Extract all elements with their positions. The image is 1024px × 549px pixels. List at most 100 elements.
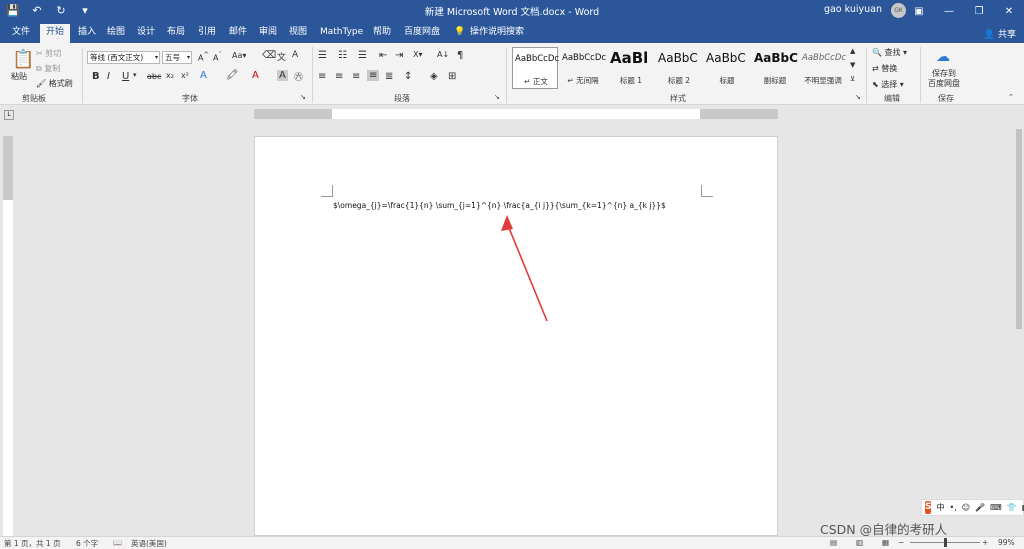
replace-button[interactable]: ⇄ 替换 [872, 63, 897, 74]
save-to-baidu-button[interactable]: 保存到 百度网盘 [928, 69, 960, 89]
style-heading1[interactable]: AaBl 标题 1 [608, 47, 654, 89]
style-normal[interactable]: AaBbCcDc ↵ 正文 [512, 47, 559, 89]
line-spacing-icon[interactable]: ↕ [404, 71, 412, 82]
zoom-in-icon[interactable]: + [982, 538, 988, 547]
paste-icon[interactable]: 📋 [12, 49, 34, 70]
tab-file[interactable]: 文件 [12, 25, 30, 43]
increase-indent-icon[interactable]: ⇥ [395, 50, 403, 61]
zoom-level[interactable]: 99% [998, 538, 1015, 547]
document-page[interactable]: $\omega_{j}=\frac{1}{n} \sum_{j=1}^{n} \… [254, 136, 778, 536]
scrollbar-thumb[interactable] [1016, 129, 1022, 329]
style-title[interactable]: AaBbC 标题 [704, 47, 750, 89]
skin-icon[interactable]: 👕 [1007, 503, 1017, 512]
tab-draw[interactable]: 绘图 [107, 25, 125, 43]
ime-toolbar[interactable]: S 中 •, ☺ 🎤 ⌨ 👕 ▦ [921, 499, 1024, 516]
show-marks-icon[interactable]: ¶ [457, 50, 463, 61]
zoom-slider-thumb[interactable] [944, 538, 947, 547]
bullets-icon[interactable]: ☰ [318, 50, 327, 61]
sort-icon[interactable]: A↓ [437, 50, 449, 59]
cut-button[interactable]: ✂ 剪切 [36, 48, 61, 59]
scroll-down-icon[interactable]: ▼ [850, 61, 855, 69]
align-left-icon[interactable]: ≡ [318, 71, 326, 82]
font-color-icon[interactable]: A [252, 70, 259, 81]
horizontal-ruler[interactable] [254, 109, 778, 119]
select-button[interactable]: ⬉ 选择 ▾ [872, 79, 904, 90]
ime-lang[interactable]: 中 [936, 502, 944, 513]
char-border-icon[interactable]: A [292, 50, 298, 60]
text-effects-icon[interactable]: A [200, 70, 207, 81]
more-styles-icon[interactable]: ⊻ [850, 75, 855, 83]
chinese-layout-icon[interactable]: X▾ [413, 50, 423, 59]
style-subtitle[interactable]: AaBbC 副标题 [752, 47, 798, 89]
proofing-icon[interactable]: 📖 [113, 538, 122, 547]
ribbon-display-icon[interactable]: ▣ [904, 0, 934, 22]
paste-button[interactable]: 粘贴 [11, 71, 27, 82]
justify-icon[interactable]: ≡ [367, 70, 380, 81]
read-mode-icon[interactable]: ▤ [830, 538, 837, 547]
numbering-icon[interactable]: ☷ [338, 50, 347, 61]
borders-icon[interactable]: ⊞ [448, 71, 456, 82]
tab-layout[interactable]: 布局 [167, 25, 185, 43]
close-icon[interactable]: ✕ [994, 0, 1024, 22]
distributed-icon[interactable]: ≣ [385, 71, 393, 82]
dialog-launcher-icon[interactable]: ↘ [494, 93, 500, 101]
find-button[interactable]: 🔍 查找 ▾ [872, 47, 907, 58]
change-case-icon[interactable]: Aa▾ [232, 51, 246, 60]
minimize-icon[interactable]: — [934, 0, 964, 22]
scroll-up-icon[interactable]: ▲ [850, 47, 855, 55]
format-painter-button[interactable]: 🖌 格式刷 [36, 78, 73, 89]
enclose-char-icon[interactable]: ㊅ [294, 70, 303, 83]
word-count[interactable]: 6 个字 [76, 538, 98, 549]
microphone-icon[interactable]: 🎤 [975, 503, 985, 512]
copy-button[interactable]: ⧉ 复制 [36, 63, 60, 74]
superscript-icon[interactable]: x² [181, 71, 189, 80]
tell-me-search[interactable]: 操作说明搜索 [470, 25, 524, 43]
style-no-spacing[interactable]: AaBbCcDc ↵ 无间隔 [560, 47, 606, 89]
underline-icon[interactable]: U [122, 71, 129, 82]
phonetic-guide-icon[interactable]: 文 [277, 50, 286, 63]
punctuation-icon[interactable]: •, [949, 503, 956, 512]
multilevel-list-icon[interactable]: ☰ [358, 50, 367, 61]
tab-insert[interactable]: 插入 [78, 25, 96, 43]
shading-icon[interactable]: ◈ [430, 71, 438, 82]
print-layout-icon[interactable]: ▥ [856, 538, 863, 547]
sogou-logo-icon[interactable]: S [925, 501, 932, 514]
tab-help[interactable]: 帮助 [373, 25, 391, 43]
chevron-down-icon[interactable]: ▾ [133, 71, 137, 79]
bold-icon[interactable]: B [92, 71, 100, 82]
shrink-font-icon[interactable]: Aˇ [213, 51, 222, 63]
emoji-icon[interactable]: ☺ [962, 503, 970, 512]
tab-mathtype[interactable]: MathType [320, 25, 363, 43]
align-center-icon[interactable]: ≡ [335, 71, 343, 82]
tab-review[interactable]: 审阅 [259, 25, 277, 43]
baidu-cloud-icon[interactable]: ☁ [936, 49, 950, 65]
keyboard-icon[interactable]: ⌨ [990, 503, 1002, 512]
web-layout-icon[interactable]: ▦ [882, 538, 889, 547]
language[interactable]: 英语(美国) [131, 538, 167, 549]
dialog-launcher-icon[interactable]: ↘ [300, 93, 306, 101]
highlight-icon[interactable]: 🖍 [226, 70, 239, 81]
char-shading-icon[interactable]: A [277, 70, 288, 81]
align-right-icon[interactable]: ≡ [352, 71, 360, 82]
tab-baidu-netdisk[interactable]: 百度网盘 [404, 25, 440, 43]
tab-mailings[interactable]: 邮件 [229, 25, 247, 43]
share-button[interactable]: 👤 共享 [984, 27, 1016, 40]
grow-font-icon[interactable]: A^ [198, 51, 209, 63]
collapse-ribbon-icon[interactable]: ⌃ [1008, 93, 1014, 101]
vertical-ruler[interactable] [3, 136, 13, 536]
tab-view[interactable]: 视图 [289, 25, 307, 43]
subscript-icon[interactable]: x₂ [166, 71, 174, 80]
decrease-indent-icon[interactable]: ⇤ [379, 50, 387, 61]
tab-home[interactable]: 开始 [40, 24, 71, 43]
maximize-icon[interactable]: ❐ [964, 0, 994, 22]
user-name[interactable]: gao kuiyuan [824, 4, 882, 15]
tab-selector-icon[interactable]: L [4, 110, 14, 120]
tab-references[interactable]: 引用 [198, 25, 216, 43]
vertical-scrollbar[interactable] [1014, 123, 1024, 536]
style-subtle-emphasis[interactable]: AaBbCcDc 不明显强调 [800, 47, 846, 89]
dialog-launcher-icon[interactable]: ↘ [855, 93, 861, 101]
italic-icon[interactable]: I [107, 71, 110, 82]
zoom-out-icon[interactable]: − [898, 538, 904, 547]
font-name-select[interactable]: 等线 (西文正文) ▾ [87, 51, 160, 64]
style-heading2[interactable]: AaBbC 标题 2 [656, 47, 702, 89]
